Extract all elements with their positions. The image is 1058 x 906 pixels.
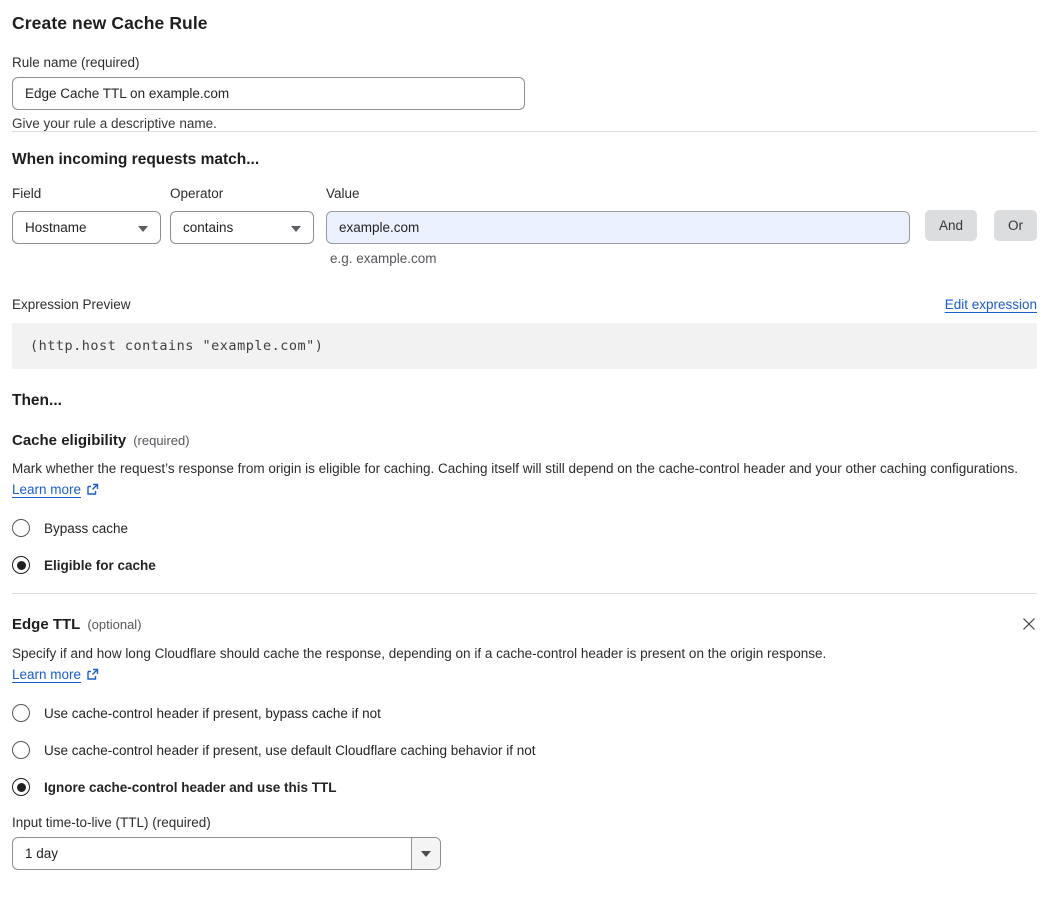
radio-checked-icon bbox=[12, 556, 30, 574]
chevron-down-icon bbox=[290, 225, 301, 232]
cache-eligibility-qualifier: (required) bbox=[133, 433, 190, 448]
operator-label: Operator bbox=[169, 186, 224, 201]
value-column: Value bbox=[325, 186, 910, 244]
match-condition-row: Field Hostname Operator contains Value A… bbox=[12, 186, 1037, 244]
divider bbox=[12, 131, 1037, 132]
rule-name-input[interactable] bbox=[12, 77, 525, 110]
operator-column: Operator contains bbox=[169, 186, 314, 244]
radio-option-use-header-bypass[interactable]: Use cache-control header if present, byp… bbox=[12, 704, 1037, 723]
ttl-select-value: 1 day bbox=[25, 846, 59, 862]
close-icon[interactable] bbox=[1021, 616, 1037, 634]
edge-ttl-heading-row: Edge TTL (optional) bbox=[12, 616, 1037, 634]
radio-option-eligible-for-cache[interactable]: Eligible for cache bbox=[12, 556, 1037, 574]
operator-select-value: contains bbox=[182, 220, 234, 235]
match-heading: When incoming requests match... bbox=[12, 151, 260, 168]
value-input[interactable] bbox=[325, 211, 910, 244]
field-select-value: Hostname bbox=[25, 220, 87, 235]
field-label: Field bbox=[12, 186, 42, 201]
edge-ttl-learn-more-link[interactable]: Learn more bbox=[12, 667, 81, 682]
create-cache-rule-page: Create new Cache Rule Rule name (require… bbox=[0, 0, 1058, 871]
external-link-icon bbox=[87, 483, 99, 495]
radio-icon bbox=[12, 704, 30, 723]
radio-icon bbox=[12, 519, 30, 537]
operator-select[interactable]: contains bbox=[169, 211, 314, 244]
radio-option-use-header-default[interactable]: Use cache-control header if present, use… bbox=[12, 741, 1037, 760]
match-section: When incoming requests match... Field Ho… bbox=[12, 151, 1037, 369]
rule-name-block: Rule name (required) Give your rule a de… bbox=[12, 55, 1037, 131]
divider bbox=[12, 593, 1037, 594]
radio-option-bypass-cache[interactable]: Bypass cache bbox=[12, 519, 1037, 537]
edge-ttl-description: Specify if and how long Cloudflare shoul… bbox=[12, 646, 827, 683]
cache-eligibility-heading: Cache eligibility (required) bbox=[12, 432, 190, 449]
or-button[interactable]: Or bbox=[994, 210, 1037, 241]
rule-name-help: Give your rule a descriptive name. bbox=[12, 116, 217, 131]
edge-ttl-qualifier: (optional) bbox=[87, 617, 142, 632]
chevron-down-icon bbox=[137, 225, 148, 232]
external-link-icon bbox=[87, 669, 99, 681]
rule-name-label: Rule name (required) bbox=[12, 55, 140, 70]
cache-eligibility-section: Cache eligibility (required) Mark whether… bbox=[12, 432, 1037, 574]
ttl-select[interactable]: 1 day bbox=[12, 837, 441, 871]
value-help: e.g. example.com bbox=[330, 251, 437, 266]
cache-eligibility-learn-more-link[interactable]: Learn more bbox=[12, 482, 81, 497]
and-button[interactable]: And bbox=[924, 210, 977, 241]
ttl-select-arrow-button[interactable] bbox=[411, 838, 440, 870]
edge-ttl-heading: Edge TTL (optional) bbox=[12, 616, 142, 633]
ttl-label: Input time-to-live (TTL) (required) bbox=[12, 815, 211, 831]
expression-preview-code: (http.host contains "example.com") bbox=[12, 323, 1037, 369]
value-label: Value bbox=[325, 186, 360, 201]
page-title: Create new Cache Rule bbox=[12, 13, 208, 33]
edge-ttl-section: Edge TTL (optional) Specify if and how lo… bbox=[12, 616, 1037, 871]
field-select[interactable]: Hostname bbox=[12, 211, 161, 244]
expression-preview-label: Expression Preview bbox=[12, 297, 131, 312]
chevron-down-icon bbox=[421, 850, 431, 857]
connector-buttons: And Or bbox=[924, 186, 1037, 241]
cache-eligibility-description: Mark whether the request’s response from… bbox=[12, 461, 1019, 497]
ttl-input-block: Input time-to-live (TTL) (required) 1 da… bbox=[12, 815, 1037, 871]
expression-preview-row: Expression Preview Edit expression bbox=[12, 297, 1037, 312]
edit-expression-link[interactable]: Edit expression bbox=[945, 297, 1037, 312]
field-column: Field Hostname bbox=[12, 186, 161, 244]
cache-eligibility-options: Bypass cache Eligible for cache bbox=[12, 519, 1037, 574]
edge-ttl-options: Use cache-control header if present, byp… bbox=[12, 704, 1037, 797]
radio-option-ignore-header-use-ttl[interactable]: Ignore cache-control header and use this… bbox=[12, 778, 1037, 797]
then-heading: Then... bbox=[12, 392, 62, 409]
cache-eligibility-heading-row: Cache eligibility (required) bbox=[12, 432, 1037, 449]
radio-icon bbox=[12, 741, 30, 760]
radio-checked-icon bbox=[12, 778, 30, 797]
